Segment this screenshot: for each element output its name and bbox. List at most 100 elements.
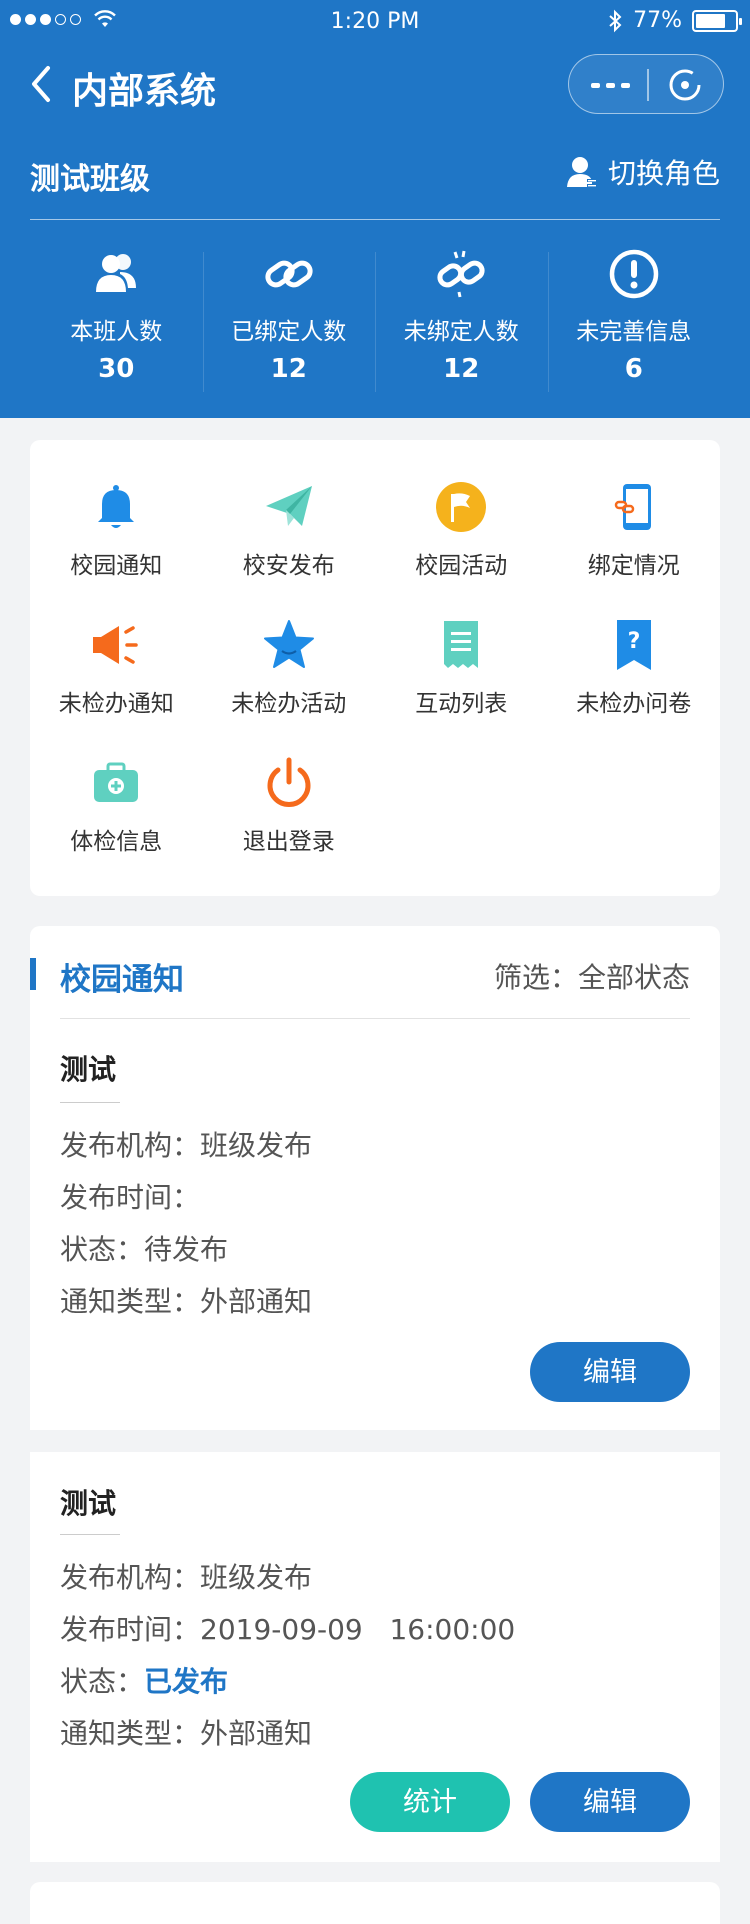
status-value: 已发布 [144, 1665, 229, 1698]
paper-plane-icon [265, 486, 312, 526]
star-icon [263, 620, 314, 668]
exclamation-icon [609, 249, 658, 299]
menu-item-campus-activity[interactable]: 校园活动 [375, 480, 548, 584]
field-label: 通知类型： [60, 1285, 201, 1318]
medical-kit-icon [94, 762, 139, 802]
megaphone-icon [93, 626, 138, 664]
phone-link-icon [614, 484, 651, 530]
battery-fill [696, 13, 726, 28]
edit-button[interactable]: 编辑 [530, 1342, 690, 1402]
stat-bound-count[interactable]: 已绑定人数 12 [202, 236, 376, 406]
notice-org: 发布机构：班级发布 [60, 1556, 312, 1596]
class-name: 测试班级 [30, 162, 150, 197]
stat-value: 12 [443, 354, 480, 384]
menu-card: 校园通知 校安发布 校园活动 绑定情况 未检办通知 未检办活动 互动列表 ? 未… [30, 440, 720, 896]
link-icon [265, 260, 313, 288]
flag-icon [436, 482, 487, 532]
bell-icon [98, 485, 135, 528]
stat-label: 本班人数 [70, 319, 163, 345]
stat-value: 12 [270, 354, 307, 384]
question-bookmark-icon: ? [616, 620, 651, 670]
class-row: 测试班级 切换角色 [30, 150, 720, 220]
menu-item-interaction-list[interactable]: 互动列表 [375, 618, 548, 722]
stat-value: 6 [624, 354, 643, 384]
notice-card: 测试 发布机构：班级发布 发布时间：2019-09-09 16:00:00 状态… [30, 1452, 720, 1862]
filter-value: 全部状态 [577, 961, 690, 994]
capsule-divider [647, 69, 649, 101]
chevron-left-icon[interactable] [26, 64, 56, 104]
stat-label: 未绑定人数 [403, 319, 519, 345]
broken-link-icon [437, 250, 485, 298]
field-label: 发布机构： [60, 1129, 201, 1162]
menu-item-unchecked-activity[interactable]: 未检办活动 [203, 618, 376, 722]
status-right: 77% [607, 8, 742, 33]
section-accent-bar [30, 958, 36, 990]
stats-button[interactable]: 统计 [350, 1772, 510, 1832]
notice-org: 发布机构：班级发布 [60, 1124, 312, 1164]
status-bar: 1:20 PM 77% [0, 0, 750, 44]
notice-time: 发布时间：2019-09-09 16:00:00 [60, 1608, 515, 1648]
field-label: 状态： [60, 1233, 145, 1266]
status-value: 待发布 [144, 1233, 229, 1266]
notice-card: 校园通知 筛选：全部状态 测试 发布机构：班级发布 发布时间： 状态：待发布 通… [30, 926, 720, 1430]
field-value: 2019-09-09 16:00:00 [200, 1613, 516, 1646]
notice-status: 状态：已发布 [60, 1660, 228, 1700]
stat-total-students[interactable]: 本班人数 30 [30, 236, 203, 406]
field-value: 外部通知 [200, 1285, 313, 1318]
stat-incomplete-info[interactable]: 未完善信息 6 [547, 236, 721, 406]
field-label: 发布时间： [60, 1181, 201, 1214]
menu-item-unchecked-survey[interactable]: ? 未检办问卷 [548, 618, 721, 722]
menu-item-logout[interactable]: 退出登录 [203, 756, 376, 860]
stat-value: 30 [98, 354, 135, 384]
divider [60, 1102, 120, 1103]
switch-role-label: 切换角色 [607, 157, 720, 190]
stat-unbound-count[interactable]: 未绑定人数 12 [375, 236, 548, 406]
menu-label: 退出登录 [242, 829, 335, 855]
switch-role-button[interactable]: 切换角色 [566, 152, 720, 192]
page-title: 内部系统 [72, 71, 217, 112]
field-value: 班级发布 [200, 1561, 313, 1594]
mini-program-capsule [568, 54, 724, 114]
menu-item-binding-status[interactable]: 绑定情况 [548, 480, 721, 584]
notice-title[interactable]: 测试 [60, 1482, 116, 1522]
field-label: 发布机构： [60, 1561, 201, 1594]
menu-item-health-info[interactable]: 体检信息 [30, 756, 203, 860]
field-value: 外部通知 [200, 1717, 313, 1750]
menu-grid: 校园通知 校安发布 校园活动 绑定情况 未检办通知 未检办活动 互动列表 ? 未… [30, 480, 720, 860]
receipt-icon [444, 621, 479, 668]
edit-button[interactable]: 编辑 [530, 1772, 690, 1832]
battery-percent: 77% [633, 8, 682, 33]
menu-label: 体检信息 [70, 829, 163, 855]
menu-label: 未检办问卷 [576, 691, 692, 717]
more-dots-icon[interactable] [591, 83, 630, 88]
svg-text:?: ? [627, 629, 640, 654]
stats-row: 本班人数 30 已绑定人数 12 未绑定人数 12 未完善信息 6 [30, 236, 720, 406]
menu-label: 未检办活动 [231, 691, 347, 717]
field-label: 通知类型： [60, 1717, 201, 1750]
menu-item-safety-publish[interactable]: 校安发布 [203, 480, 376, 584]
people-icon [96, 254, 137, 292]
field-label: 发布时间： [60, 1613, 201, 1646]
battery-icon [692, 9, 742, 32]
notice-type: 通知类型：外部通知 [60, 1712, 312, 1752]
stat-label: 未完善信息 [576, 319, 692, 345]
target-close-icon[interactable] [667, 67, 703, 103]
menu-label: 绑定情况 [587, 553, 680, 579]
menu-label: 校园通知 [70, 553, 163, 579]
field-label: 状态： [60, 1665, 145, 1698]
field-value: 班级发布 [200, 1129, 313, 1162]
divider [60, 1534, 120, 1535]
menu-item-campus-notice[interactable]: 校园通知 [30, 480, 203, 584]
notice-type: 通知类型：外部通知 [60, 1280, 312, 1320]
notice-card [30, 1882, 720, 1924]
notice-title[interactable]: 测试 [60, 1048, 116, 1088]
header: 1:20 PM 77% 内部系统 测试班级 切换角色 本班人数 30 已绑定人数… [0, 0, 750, 418]
bluetooth-icon [609, 9, 622, 32]
section-header: 校园通知 筛选：全部状态 [30, 926, 720, 1020]
menu-item-unchecked-notice[interactable]: 未检办通知 [30, 618, 203, 722]
notice-status: 状态：待发布 [60, 1228, 228, 1268]
menu-label: 互动列表 [415, 691, 508, 717]
filter-dropdown[interactable]: 筛选：全部状态 [494, 956, 690, 996]
stat-label: 已绑定人数 [231, 319, 347, 345]
menu-label: 校园活动 [415, 553, 508, 579]
